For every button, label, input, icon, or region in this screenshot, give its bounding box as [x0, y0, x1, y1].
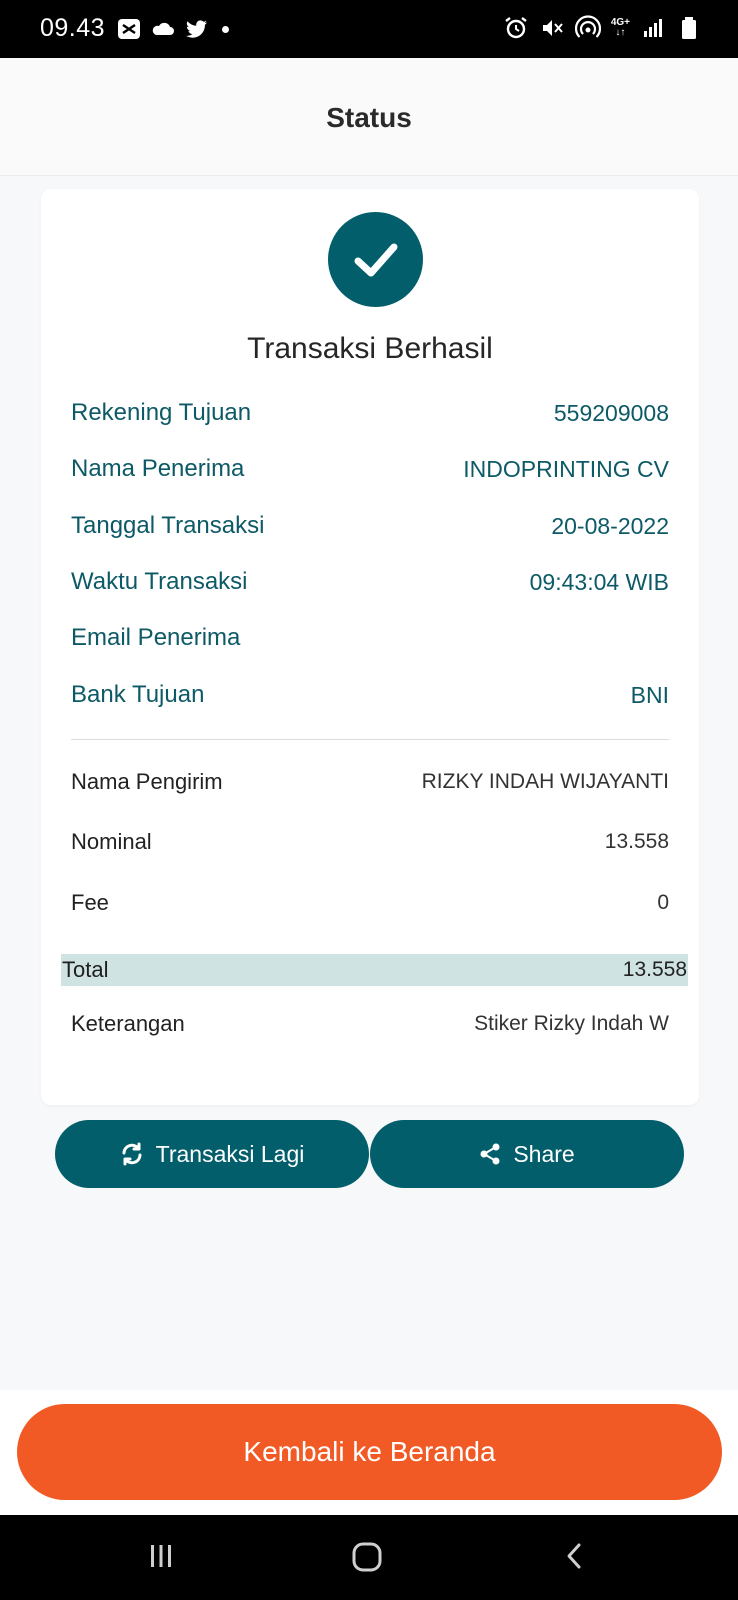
- network-type: 4G+ ↓↑: [610, 17, 630, 38]
- bottom-bar: Kembali ke Beranda: [0, 1390, 738, 1515]
- row-label: Bank Tujuan: [71, 681, 205, 708]
- signal-icon: [644, 19, 662, 37]
- row-value: 09:43:04 WIB: [529, 568, 669, 595]
- row-label: Tanggal Transaksi: [71, 512, 265, 539]
- hotspot-icon: [574, 15, 601, 38]
- system-nav-bar: [0, 1515, 738, 1600]
- row-value: 0: [657, 891, 669, 914]
- status-bar: 09.43 4G+ ↓↑: [0, 0, 738, 58]
- kembali-ke-beranda-button[interactable]: Kembali ke Beranda: [17, 1404, 722, 1500]
- row-keterangan: Keterangan Stiker Rizky Indah W: [71, 1007, 669, 1041]
- row-waktu-transaksi: Waktu Transaksi 09:43:04 WIB: [71, 565, 669, 599]
- battery-icon: [682, 17, 696, 39]
- row-value: 559209008: [553, 399, 669, 426]
- share-icon: [480, 1143, 500, 1165]
- row-label: Nominal: [71, 829, 152, 854]
- mute-icon: [542, 20, 563, 36]
- refresh-icon: [122, 1142, 142, 1166]
- back-icon[interactable]: [560, 1541, 590, 1571]
- notification-dot: [222, 25, 229, 33]
- row-fee: Fee 0: [71, 886, 669, 920]
- status-time: 09.43: [40, 14, 106, 42]
- row-label: Waktu Transaksi: [71, 568, 248, 595]
- total-value: 13.558: [622, 958, 687, 981]
- row-tanggal-transaksi: Tanggal Transaksi 20-08-2022: [71, 509, 669, 543]
- row-label: Keterangan: [71, 1011, 185, 1036]
- app-header: Status: [0, 58, 738, 176]
- row-value: BNI: [630, 681, 669, 708]
- home-icon[interactable]: [351, 1541, 383, 1573]
- transaksi-lagi-label: Transaksi Lagi: [155, 1140, 305, 1167]
- row-label: Nama Pengirim: [71, 769, 223, 794]
- alarm-icon: [505, 17, 527, 39]
- row-rekening-tujuan: Rekening Tujuan 559209008: [71, 396, 669, 430]
- row-value: 20-08-2022: [551, 512, 669, 539]
- row-value: INDOPRINTING CV: [463, 455, 669, 482]
- transaksi-lagi-button[interactable]: Transaksi Lagi: [55, 1120, 369, 1188]
- success-check-icon: [328, 212, 423, 307]
- row-nominal: Nominal 13.558: [71, 825, 669, 859]
- row-email-penerima: Email Penerima: [71, 621, 669, 655]
- page-title: Status: [326, 102, 412, 133]
- row-label: Email Penerima: [71, 624, 241, 651]
- capcut-icon: [118, 19, 140, 39]
- twitter-icon: [186, 20, 207, 38]
- share-button[interactable]: Share: [370, 1120, 684, 1188]
- row-bank-tujuan: Bank Tujuan BNI: [71, 678, 669, 712]
- divider: [71, 739, 669, 740]
- row-label: Nama Penerima: [71, 455, 245, 482]
- row-value: Stiker Rizky Indah W: [474, 1012, 669, 1035]
- row-value: 13.558: [604, 830, 669, 853]
- recent-apps-icon[interactable]: [146, 1541, 176, 1571]
- row-nama-penerima: Nama Penerima INDOPRINTING CV: [71, 452, 669, 486]
- row-label: Rekening Tujuan: [71, 399, 252, 426]
- share-label: Share: [513, 1140, 575, 1167]
- row-label: Fee: [71, 890, 109, 915]
- total-row: Total 13.558: [61, 954, 688, 986]
- receipt-card: Transaksi Berhasil Rekening Tujuan 55920…: [41, 189, 699, 1105]
- success-title: Transaksi Berhasil: [247, 332, 493, 365]
- row-nama-pengirim: Nama Pengirim RIZKY INDAH WIJAYANTI: [71, 765, 669, 799]
- cloud-icon: [152, 22, 174, 35]
- total-label: Total: [62, 957, 109, 982]
- row-value: RIZKY INDAH WIJAYANTI: [421, 770, 669, 793]
